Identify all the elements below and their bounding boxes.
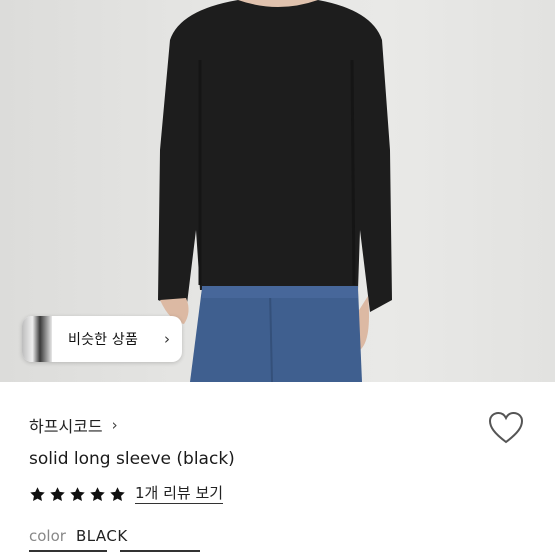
similar-products-button[interactable]: 비슷한 상품 › xyxy=(22,316,182,362)
similar-products-label: 비슷한 상품 xyxy=(68,332,139,348)
product-image[interactable]: 비슷한 상품 › xyxy=(0,0,555,382)
star-icon xyxy=(90,487,105,501)
star-rating xyxy=(29,486,126,503)
star-icon xyxy=(30,487,45,501)
product-info: 하프시코드 › solid long sleeve (black) 1개 리뷰 … xyxy=(0,382,555,555)
view-reviews-link[interactable]: 1개 리뷰 보기 xyxy=(135,485,224,504)
chevron-right-icon: › xyxy=(164,330,170,348)
option-button-edge[interactable] xyxy=(29,550,107,558)
color-value: BLACK xyxy=(75,527,128,545)
color-row: color BLACK xyxy=(29,527,128,545)
rating-row: 1개 리뷰 보기 xyxy=(29,485,224,504)
option-button-edge[interactable] xyxy=(120,550,200,558)
heart-icon[interactable] xyxy=(488,411,524,445)
product-title: solid long sleeve (black) xyxy=(29,449,235,469)
color-label: color xyxy=(29,527,66,545)
brand-link[interactable]: 하프시코드 › xyxy=(29,413,118,437)
star-icon xyxy=(70,487,85,501)
similar-product-thumbnail xyxy=(22,316,52,362)
chevron-right-icon: › xyxy=(111,416,118,434)
brand-name: 하프시코드 xyxy=(29,417,103,436)
star-icon xyxy=(110,487,125,501)
star-icon xyxy=(50,487,65,501)
